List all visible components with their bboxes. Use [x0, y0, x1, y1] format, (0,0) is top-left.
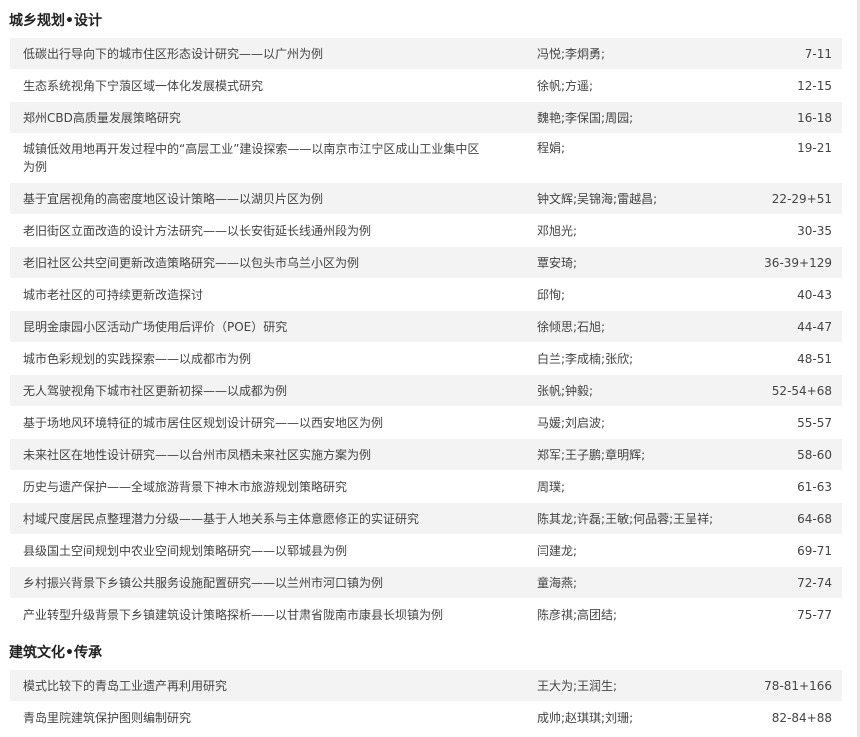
article-pages: 12-15 — [797, 79, 832, 93]
article-pages: 72-74 — [797, 576, 832, 590]
article-pages: 40-43 — [797, 288, 832, 302]
article-authors: 邱恂; — [537, 288, 566, 302]
article-authors: 徐倾思;石旭; — [537, 320, 606, 334]
section-title-architecture: 建筑文化•传承 — [9, 645, 102, 661]
article-title-link[interactable]: 县级国土空间规划中农业空间规划策略研究——以郓城县为例 — [10, 543, 480, 559]
article-title-link[interactable]: 老旧街区立面改造的设计方法研究——以长安街延长线通州段为例 — [10, 223, 480, 239]
article-authors: 王大为;王润生; — [537, 679, 618, 693]
table-row[interactable]: 城市色彩规划的实践探索——以成都市为例 白兰;李成楠;张欣; 48-51 — [10, 343, 842, 375]
table-row[interactable]: 模式比较下的青岛工业遗产再利用研究 王大为;王润生; 78-81+166 — [10, 670, 842, 702]
article-pages: 7-11 — [804, 47, 832, 61]
table-row[interactable]: 县级国土空间规划中农业空间规划策略研究——以郓城县为例 闫建龙; 69-71 — [10, 535, 842, 567]
toc-table-planning: 低碳出行导向下的城市住区形态设计研究——以广州为例 冯悦;李炯勇; 7-11 生… — [10, 38, 842, 631]
section-title-planning: 城乡规划•设计 — [9, 13, 102, 29]
article-authors: 钟文辉;吴锦海;雷越昌; — [537, 192, 658, 206]
article-authors: 邓旭光; — [537, 224, 578, 238]
table-row[interactable]: 产业转型升级背景下乡镇建筑设计策略探析——以甘肃省陇南市康县长坝镇为例 陈彦祺;… — [10, 599, 842, 631]
article-pages: 78-81+166 — [764, 679, 832, 693]
table-row[interactable]: 城镇低效用地再开发过程中的“高层工业”建设探索——以南京市江宁区成山工业集中区为… — [10, 134, 842, 183]
article-pages: 52-54+68 — [771, 384, 832, 398]
table-row[interactable]: 老旧街区立面改造的设计方法研究——以长安街延长线通州段为例 邓旭光; 30-35 — [10, 215, 842, 247]
table-row[interactable]: 未来社区在地性设计研究——以台州市凤栖未来社区实施方案为例 郑军;王子鹏;章明辉… — [10, 439, 842, 471]
table-row[interactable]: 昆明金康园小区活动广场使用后评价（POE）研究 徐倾思;石旭; 44-47 — [10, 311, 842, 343]
article-title-link[interactable]: 无人驾驶视角下城市社区更新初探——以成都为例 — [10, 383, 480, 399]
article-title-link[interactable]: 模式比较下的青岛工业遗产再利用研究 — [10, 678, 480, 694]
article-authors: 徐帆;方遥; — [537, 79, 594, 93]
table-row[interactable]: 历史与遗产保护——全域旅游背景下神木市旅游规划策略研究 周璞; 61-63 — [10, 471, 842, 503]
article-pages: 64-68 — [797, 512, 832, 526]
article-pages: 16-18 — [797, 111, 832, 125]
article-title-link[interactable]: 城镇低效用地再开发过程中的“高层工业”建设探索——以南京市江宁区成山工业集中区为… — [10, 140, 480, 176]
table-row[interactable]: 基于宜居视角的高密度地区设计策略——以湖贝片区为例 钟文辉;吴锦海;雷越昌; 2… — [10, 183, 842, 215]
article-pages: 55-57 — [797, 416, 832, 430]
article-title-link[interactable]: 未来社区在地性设计研究——以台州市凤栖未来社区实施方案为例 — [10, 447, 480, 463]
article-pages: 36-39+129 — [764, 256, 832, 270]
article-title-link[interactable]: 基于场地风环境特征的城市居住区规划设计研究——以西安地区为例 — [10, 415, 480, 431]
toc-table-architecture: 模式比较下的青岛工业遗产再利用研究 王大为;王润生; 78-81+166 青岛里… — [10, 670, 842, 734]
article-authors: 程娟; — [537, 141, 566, 155]
article-title-link[interactable]: 青岛里院建筑保护图则编制研究 — [10, 710, 480, 726]
article-authors: 郑军;王子鹏;章明辉; — [537, 448, 646, 462]
article-title-link[interactable]: 郑州CBD高质量发展策略研究 — [10, 110, 480, 126]
article-title-link[interactable]: 城市老社区的可持续更新改造探讨 — [10, 287, 480, 303]
article-authors: 马媛;刘启波; — [537, 416, 606, 430]
table-row[interactable]: 村域尺度居民点整理潜力分级——基于人地关系与主体意愿修正的实证研究 陈其龙;许磊… — [10, 503, 842, 535]
article-authors: 童海燕; — [537, 576, 578, 590]
article-pages: 30-35 — [797, 224, 832, 238]
article-pages: 44-47 — [797, 320, 832, 334]
article-pages: 48-51 — [797, 352, 832, 366]
article-authors: 成帅;赵琪琪;刘珊; — [537, 711, 634, 725]
article-pages: 61-63 — [797, 480, 832, 494]
article-authors: 张帆;钟毅; — [537, 384, 594, 398]
table-row[interactable]: 城市老社区的可持续更新改造探讨 邱恂; 40-43 — [10, 279, 842, 311]
article-title-link[interactable]: 城市色彩规划的实践探索——以成都市为例 — [10, 351, 480, 367]
article-title-link[interactable]: 生态系统视角下宁蒗区域一体化发展模式研究 — [10, 78, 480, 94]
article-authors: 覃安琦; — [537, 256, 578, 270]
table-row[interactable]: 基于场地风环境特征的城市居住区规划设计研究——以西安地区为例 马媛;刘启波; 5… — [10, 407, 842, 439]
table-row[interactable]: 无人驾驶视角下城市社区更新初探——以成都为例 张帆;钟毅; 52-54+68 — [10, 375, 842, 407]
article-authors: 周璞; — [537, 480, 566, 494]
article-pages: 75-77 — [797, 608, 832, 622]
table-row[interactable]: 乡村振兴背景下乡镇公共服务设施配置研究——以兰州市河口镇为例 童海燕; 72-7… — [10, 567, 842, 599]
article-title-link[interactable]: 低碳出行导向下的城市住区形态设计研究——以广州为例 — [10, 46, 480, 62]
article-title-link[interactable]: 产业转型升级背景下乡镇建筑设计策略探析——以甘肃省陇南市康县长坝镇为例 — [10, 607, 480, 623]
table-row[interactable]: 低碳出行导向下的城市住区形态设计研究——以广州为例 冯悦;李炯勇; 7-11 — [10, 38, 842, 70]
article-authors: 陈彦祺;高团结; — [537, 608, 618, 622]
article-title-link[interactable]: 村域尺度居民点整理潜力分级——基于人地关系与主体意愿修正的实证研究 — [10, 511, 480, 527]
article-pages: 82-84+88 — [771, 711, 832, 725]
article-title-link[interactable]: 历史与遗产保护——全域旅游背景下神木市旅游规划策略研究 — [10, 479, 480, 495]
article-title-link[interactable]: 昆明金康园小区活动广场使用后评价（POE）研究 — [10, 319, 480, 335]
article-authors: 闫建龙; — [537, 544, 578, 558]
table-row[interactable]: 青岛里院建筑保护图则编制研究 成帅;赵琪琪;刘珊; 82-84+88 — [10, 702, 842, 734]
article-authors: 魏艳;李保国;周园; — [537, 111, 634, 125]
article-authors: 陈其龙;许磊;王敏;何品蓉;王呈祥; — [537, 512, 714, 526]
article-title-link[interactable]: 乡村振兴背景下乡镇公共服务设施配置研究——以兰州市河口镇为例 — [10, 575, 480, 591]
table-row[interactable]: 郑州CBD高质量发展策略研究 魏艳;李保国;周园; 16-18 — [10, 102, 842, 134]
article-title-link[interactable]: 基于宜居视角的高密度地区设计策略——以湖贝片区为例 — [10, 191, 480, 207]
article-authors: 白兰;李成楠;张欣; — [537, 352, 634, 366]
article-pages: 19-21 — [797, 141, 832, 155]
article-pages: 22-29+51 — [771, 192, 832, 206]
table-row[interactable]: 生态系统视角下宁蒗区域一体化发展模式研究 徐帆;方遥; 12-15 — [10, 70, 842, 102]
article-pages: 58-60 — [797, 448, 832, 462]
article-authors: 冯悦;李炯勇; — [537, 47, 606, 61]
article-title-link[interactable]: 老旧社区公共空间更新改造策略研究——以包头市乌兰小区为例 — [10, 255, 480, 271]
article-pages: 69-71 — [797, 544, 832, 558]
table-row[interactable]: 老旧社区公共空间更新改造策略研究——以包头市乌兰小区为例 覃安琦; 36-39+… — [10, 247, 842, 279]
